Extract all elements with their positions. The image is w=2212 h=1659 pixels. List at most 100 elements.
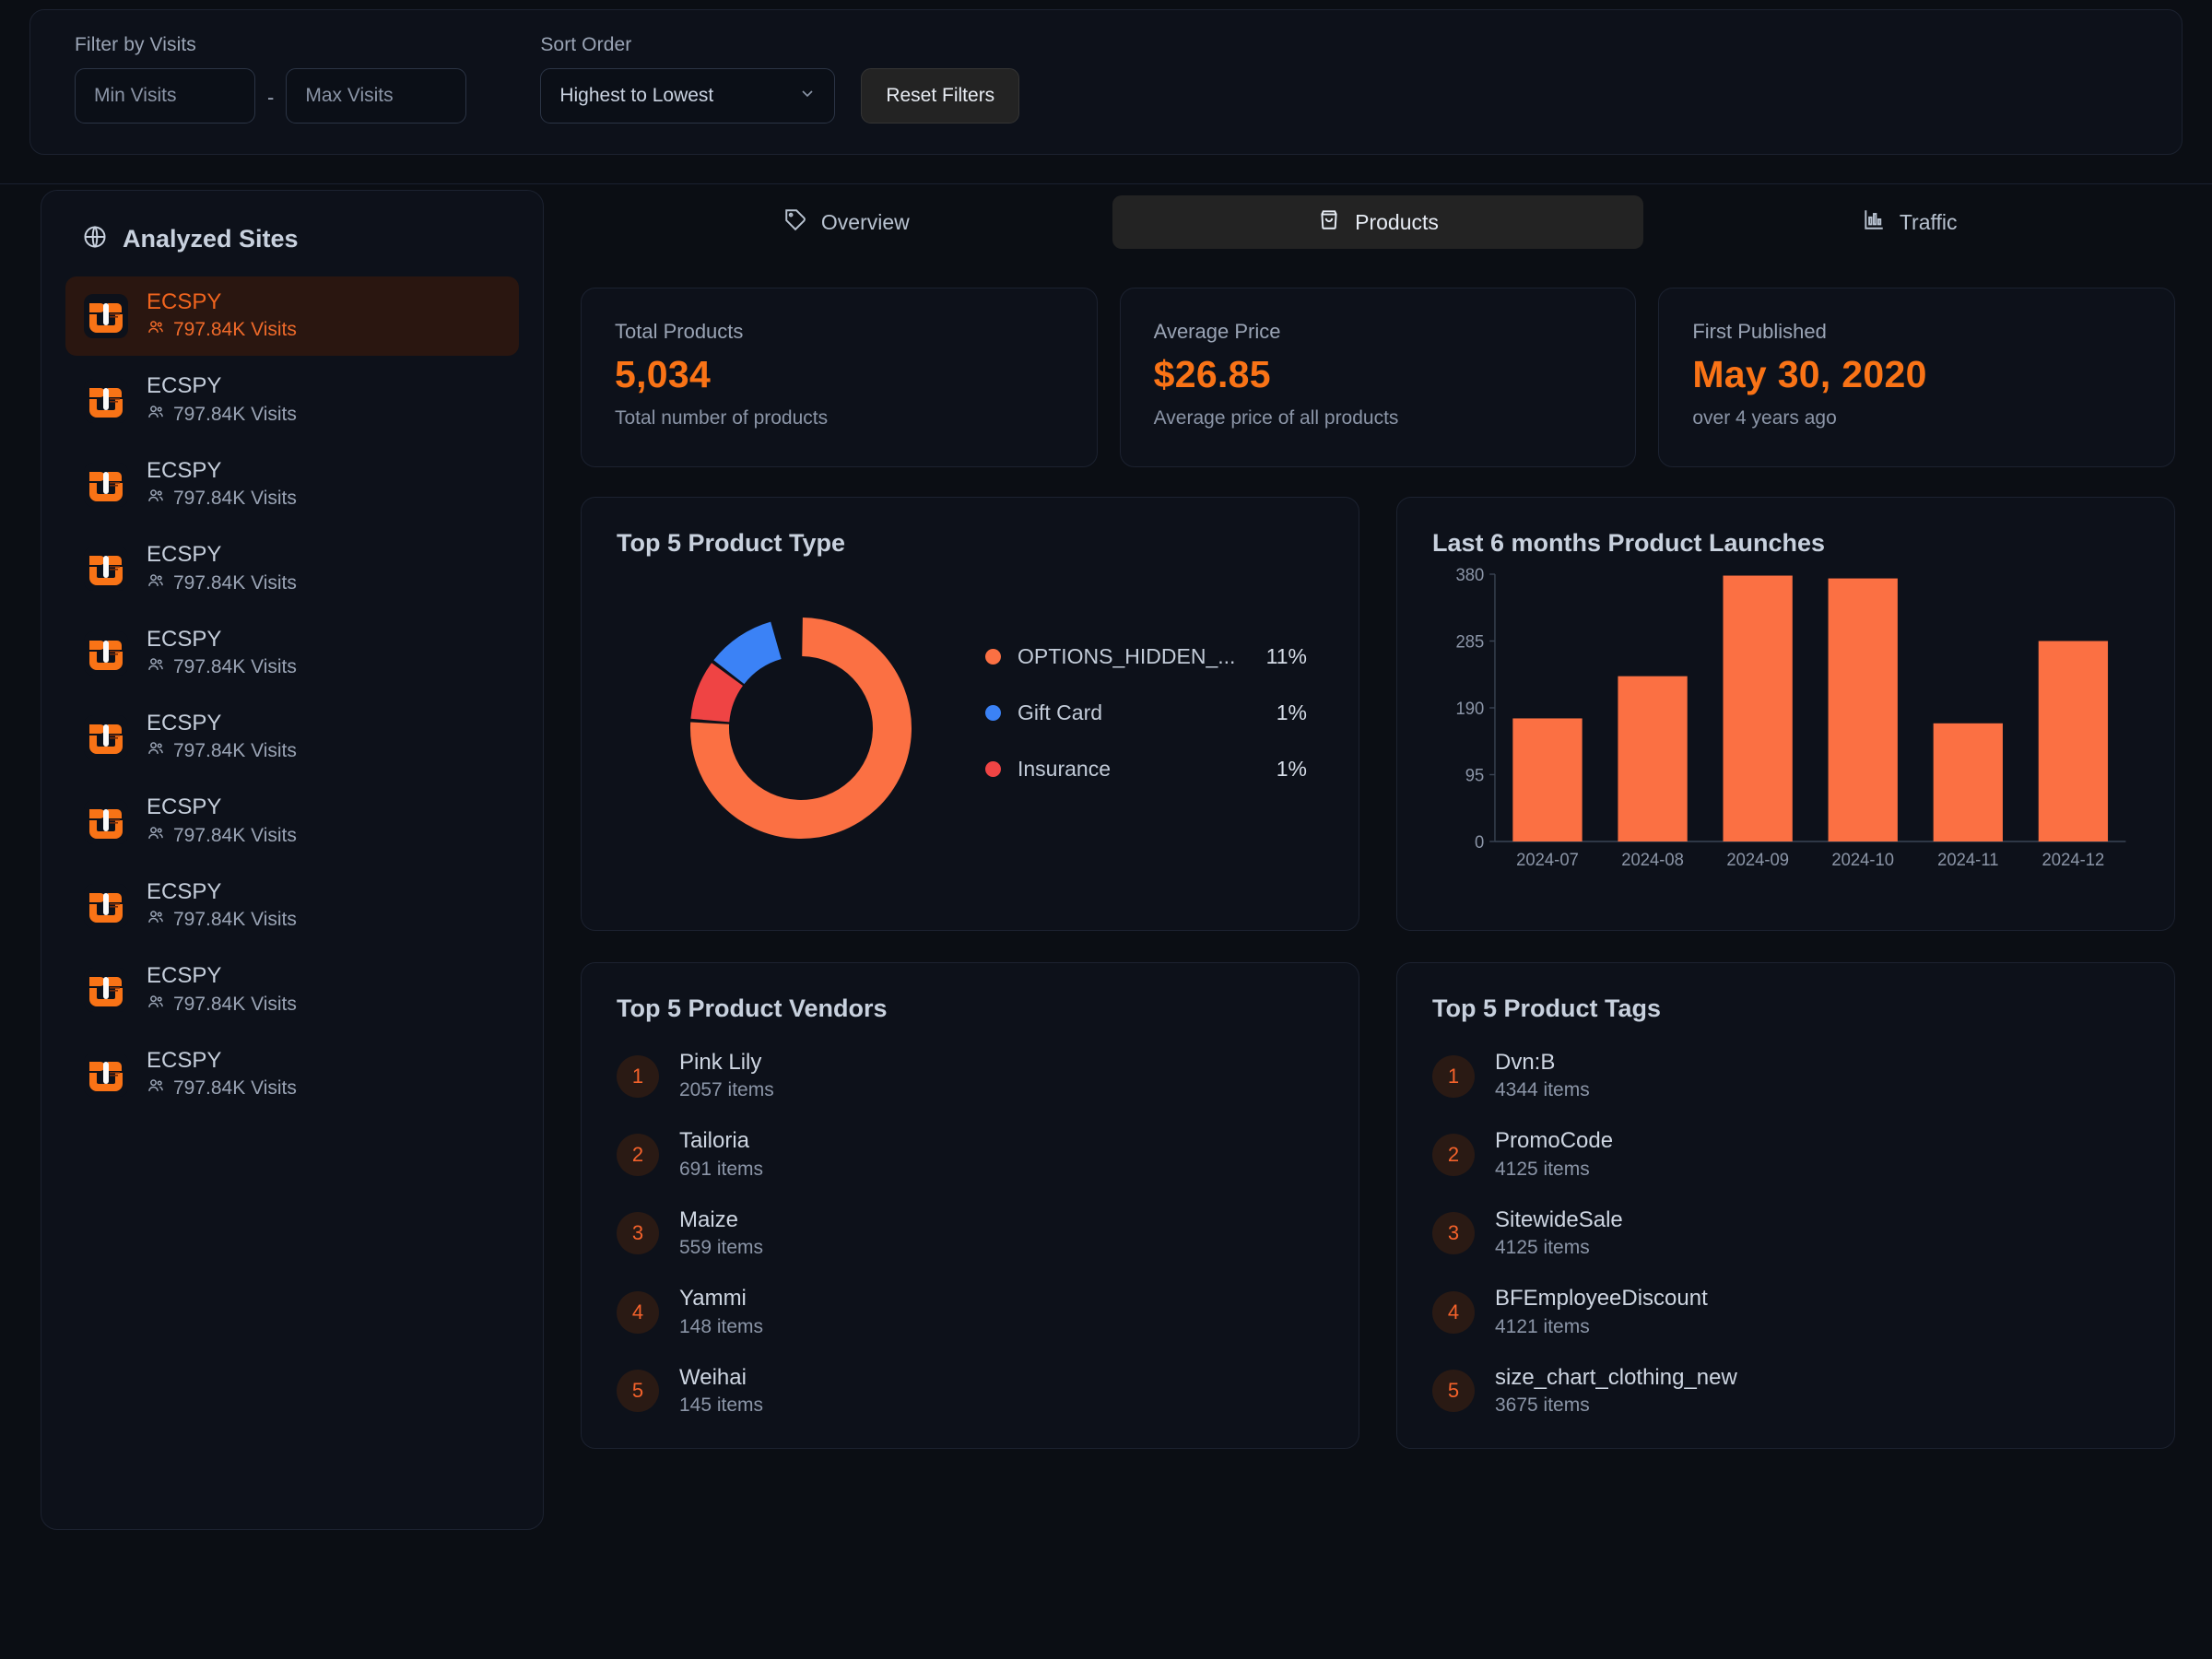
vendors-title: Top 5 Product Vendors <box>617 994 888 1022</box>
tab-overview[interactable]: Overview <box>581 195 1112 249</box>
max-visits-input[interactable] <box>286 68 467 124</box>
range-separator: - <box>267 86 275 109</box>
tag-list-item[interactable]: 1 Dvn:B 4344 items <box>1432 1050 2139 1101</box>
bar <box>1933 723 2003 841</box>
vendor-list-item[interactable]: 5 Weihai 145 items <box>617 1364 1324 1417</box>
legend-percent: 1% <box>1276 756 1307 781</box>
tab-label: Traffic <box>1899 209 1958 234</box>
tag-list-item[interactable]: 4 BFEmployeeDiscount 4121 items <box>1432 1286 2139 1337</box>
header-divider <box>0 183 2212 184</box>
shopping-bag-icon <box>1317 207 1341 237</box>
users-icon <box>147 403 165 427</box>
reset-filters-button[interactable]: Reset Filters <box>861 68 1020 124</box>
sidebar-site-item[interactable]: ECSPY 797.84K Visits <box>65 782 519 861</box>
rank-name: Pink Lily <box>679 1050 762 1075</box>
x-axis-tick: 2024-08 <box>1621 850 1684 869</box>
users-icon <box>147 487 165 511</box>
y-axis-tick: 190 <box>1456 699 1485 718</box>
rank-items: 559 items <box>679 1237 764 1259</box>
rank-badge: 1 <box>1432 1054 1475 1098</box>
stat-sub: Average price of all products <box>1153 407 1399 429</box>
vendors-panel: Top 5 Product Vendors 1 Pink Lily 2057 ite… <box>581 962 1359 1449</box>
analyzed-sites-sidebar: Analyzed Sites ECSPY 797.84K Visits ECSPY 7… <box>41 190 544 1530</box>
sidebar-site-item[interactable]: ECSPY 797.84K Visits <box>65 698 519 777</box>
site-visits-label: 797.84K Visits <box>173 740 297 762</box>
users-icon <box>147 739 165 763</box>
sort-order-select[interactable]: Highest to Lowest <box>540 68 836 124</box>
tab-traffic[interactable]: Traffic <box>1643 195 2175 249</box>
stat-card: First Published May 30, 2020 over 4 years … <box>1658 288 2176 467</box>
users-icon <box>147 993 165 1017</box>
site-logo-icon <box>84 799 128 844</box>
x-axis-tick: 2024-12 <box>2042 850 2105 869</box>
site-logo-icon <box>84 378 128 423</box>
users-icon <box>147 908 165 932</box>
sidebar-site-item[interactable]: ECSPY 797.84K Visits <box>65 276 519 357</box>
sidebar-header: Analyzed Sites <box>41 191 543 276</box>
sidebar-site-item[interactable]: ECSPY 797.84K Visits <box>65 360 519 440</box>
site-visits-label: 797.84K Visits <box>173 571 297 594</box>
rank-items: 4125 items <box>1495 1158 1590 1180</box>
donut-chart <box>617 604 985 853</box>
legend-percent: 1% <box>1276 700 1307 724</box>
stat-label: Average Price <box>1153 320 1281 343</box>
vendor-list-item[interactable]: 1 Pink Lily 2057 items <box>617 1050 1324 1101</box>
legend-color-dot <box>985 704 1001 721</box>
site-name: ECSPY <box>147 1047 222 1073</box>
bar <box>1723 575 1793 841</box>
site-name: ECSPY <box>147 289 222 314</box>
main-content: Overview Products Traffic Total Products 5,… <box>581 190 2176 1480</box>
site-logo-icon <box>84 715 128 760</box>
tags-panel: Top 5 Product Tags 1 Dvn:B 4344 items 2 Prom… <box>1396 962 2175 1449</box>
site-visits: 797.84K Visits <box>147 655 297 679</box>
site-visits: 797.84K Visits <box>147 739 297 763</box>
rank-name: Weihai <box>679 1364 747 1390</box>
site-visits-label: 797.84K Visits <box>173 993 297 1015</box>
sidebar-site-item[interactable]: ECSPY 797.84K Visits <box>65 529 519 608</box>
legend-item[interactable]: Insurance 1% <box>985 757 1307 782</box>
y-axis-tick: 95 <box>1465 765 1485 784</box>
rank-badge: 3 <box>1432 1212 1475 1255</box>
min-visits-input[interactable] <box>75 68 255 124</box>
site-visits-label: 797.84K Visits <box>173 319 297 341</box>
y-axis-tick: 380 <box>1456 565 1485 584</box>
sidebar-site-item[interactable]: ECSPY 797.84K Visits <box>65 950 519 1030</box>
site-visits: 797.84K Visits <box>147 1077 297 1100</box>
legend-item[interactable]: Gift Card 1% <box>985 700 1307 725</box>
vendor-list-item[interactable]: 4 Yammi 148 items <box>617 1286 1324 1337</box>
tag-list-item[interactable]: 2 PromoCode 4125 items <box>1432 1128 2139 1180</box>
filter-bar: Filter by Visits - Sort Order Highest to… <box>29 9 2183 155</box>
tag-list-item[interactable]: 5 size_chart_clothing_new 3675 items <box>1432 1365 2139 1417</box>
site-visits: 797.84K Visits <box>147 318 297 342</box>
filter-by-visits-label: Filter by Visits <box>75 34 196 55</box>
sidebar-site-item[interactable]: ECSPY 797.84K Visits <box>65 866 519 946</box>
rank-badge: 4 <box>1432 1290 1475 1334</box>
rank-badge: 1 <box>617 1054 659 1098</box>
sidebar-site-item[interactable]: ECSPY 797.84K Visits <box>65 614 519 693</box>
rank-badge: 2 <box>617 1134 659 1177</box>
vendor-list-item[interactable]: 3 Maize 559 items <box>617 1207 1324 1259</box>
vendor-list-item[interactable]: 2 Tailoria 691 items <box>617 1128 1324 1180</box>
tag-list-item[interactable]: 3 SitewideSale 4125 items <box>1432 1207 2139 1259</box>
site-visits-label: 797.84K Visits <box>173 488 297 510</box>
rank-items: 4121 items <box>1495 1315 1590 1337</box>
rank-badge: 4 <box>617 1290 659 1334</box>
sidebar-site-item[interactable]: ECSPY 797.84K Visits <box>65 1035 519 1114</box>
charts-row: Top 5 Product Type OPTIONS_HIDDEN_... 11%… <box>581 497 2175 931</box>
bar-chart-icon <box>1862 207 1886 237</box>
sidebar-site-item[interactable]: ECSPY 797.84K Visits <box>65 445 519 524</box>
product-launches-title: Last 6 months Product Launches <box>1432 529 1826 557</box>
filter-by-visits-group: Filter by Visits - <box>75 34 467 124</box>
rank-name: BFEmployeeDiscount <box>1495 1286 1708 1312</box>
tab-products[interactable]: Products <box>1112 195 1644 249</box>
site-visits-label: 797.84K Visits <box>173 909 297 931</box>
bar <box>1828 578 1898 841</box>
site-visits-label: 797.84K Visits <box>173 655 297 677</box>
legend-item[interactable]: OPTIONS_HIDDEN_... 11% <box>985 644 1307 669</box>
site-logo-icon <box>84 968 128 1013</box>
users-icon <box>147 571 165 595</box>
legend-percent: 11% <box>1265 643 1307 668</box>
bar <box>2038 641 2109 841</box>
stat-value: May 30, 2020 <box>1692 353 1927 395</box>
rank-items: 4125 items <box>1495 1237 1590 1259</box>
